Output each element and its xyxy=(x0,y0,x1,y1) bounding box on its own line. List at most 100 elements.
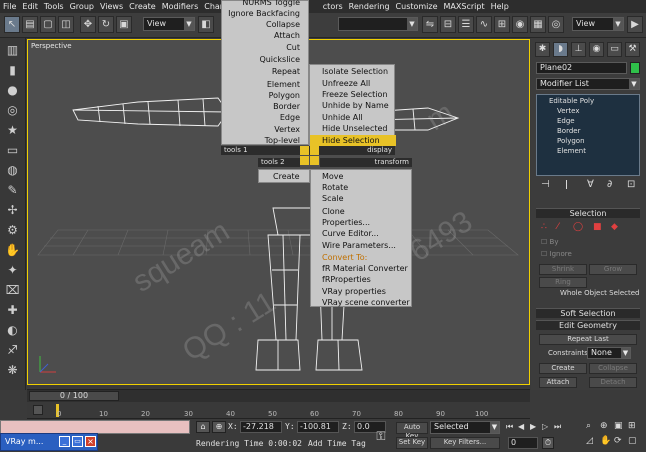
menu-edit[interactable]: Edit xyxy=(19,2,41,11)
zoom-extents-all-icon[interactable]: ⊞ xyxy=(628,421,640,433)
play-icon[interactable]: ▶ xyxy=(530,422,541,433)
detach-button[interactable]: Detach xyxy=(589,377,637,388)
menu-item-freeze-selection[interactable]: Freeze Selection xyxy=(322,89,388,100)
menu-item-ignore-backfacing[interactable]: Ignore Backfacing xyxy=(228,8,300,19)
menu-item-repeat[interactable]: Repeat xyxy=(272,66,300,77)
stack-item-edge[interactable]: Edge xyxy=(557,117,575,126)
stack-item-vertex[interactable]: Vertex xyxy=(557,107,580,116)
repeat-last-button[interactable]: Repeat Last xyxy=(539,334,637,345)
tube-icon[interactable]: ◎ xyxy=(4,102,21,119)
menu-item-unhide-all[interactable]: Unhide All xyxy=(322,112,363,123)
next-frame-icon[interactable]: ▷ xyxy=(542,422,553,433)
sphere-icon[interactable]: ● xyxy=(4,82,21,99)
menu-item-border[interactable]: Border xyxy=(273,101,300,112)
go-to-end-icon[interactable]: ⏭ xyxy=(554,422,565,433)
menu-item-properties[interactable]: Properties... xyxy=(322,217,370,228)
set-key-button[interactable]: Set Key xyxy=(396,437,428,449)
render-view-dropdown[interactable]: View ▼ xyxy=(572,17,624,31)
time-config-icon[interactable]: ⏱ xyxy=(542,437,554,449)
utilities-tab-icon[interactable]: ⚒ xyxy=(625,42,640,57)
stack-item-element[interactable]: Element xyxy=(557,147,586,156)
show-end-result-icon[interactable]: ǀ xyxy=(565,179,568,190)
menu-rendering[interactable]: Rendering xyxy=(346,2,393,11)
time-slider[interactable]: 0 / 100 xyxy=(27,389,530,402)
menu-item-rotate[interactable]: Rotate xyxy=(322,182,348,193)
lock-selection-icon[interactable]: ⌂ xyxy=(196,421,210,433)
auto-key-button[interactable]: Auto Key xyxy=(396,422,428,440)
curve-editor-button[interactable]: ∿ xyxy=(476,16,492,33)
layer-button[interactable]: ☰ xyxy=(458,16,474,33)
menu-group[interactable]: Group xyxy=(67,2,97,11)
y-coord-field[interactable]: -100.81 xyxy=(297,421,339,433)
window-crossing-button[interactable]: ◫ xyxy=(58,16,74,33)
key-icon[interactable]: ⚿ xyxy=(371,429,391,443)
zoom-icon[interactable]: ⌕ xyxy=(586,421,598,433)
select-tool-button[interactable]: ↖ xyxy=(4,16,20,33)
menu-file[interactable]: File xyxy=(0,2,19,11)
edit-geometry-rollout-header[interactable]: Edit Geometry xyxy=(536,320,640,330)
plane-icon[interactable]: ▭ xyxy=(4,142,21,159)
menu-tools[interactable]: Tools xyxy=(41,2,67,11)
stack-item-polygon[interactable]: Polygon xyxy=(557,137,585,146)
zoom-extents-icon[interactable]: ▣ xyxy=(614,421,626,433)
add-time-tag[interactable]: Add Time Tag xyxy=(308,439,366,448)
border-mode-icon[interactable]: ◯ xyxy=(573,222,583,232)
menu-item-curve-editor[interactable]: Curve Editor... xyxy=(322,228,379,239)
soft-selection-rollout-header[interactable]: Soft Selection xyxy=(536,308,640,318)
key-filters-button[interactable]: Key Filters... xyxy=(430,437,500,449)
selected-dropdown[interactable]: Selected ▼ xyxy=(430,421,500,434)
menu-item-hide-unselected[interactable]: Hide Unselected xyxy=(322,123,387,134)
cylinder-icon[interactable]: ▮ xyxy=(4,62,21,79)
render-button[interactable]: ◎ xyxy=(548,16,564,33)
menu-create[interactable]: Create xyxy=(126,2,159,11)
vertex-mode-icon[interactable]: ∴ xyxy=(541,222,547,232)
object-name-field[interactable]: Plane02 xyxy=(536,62,627,74)
hierarchy-tab-icon[interactable]: ⊥ xyxy=(571,42,586,57)
object-color-swatch[interactable] xyxy=(630,62,640,74)
modifier-stack[interactable]: Editable Poly Vertex Edge Border Polygon… xyxy=(536,94,640,176)
menu-item-unhide-by-name[interactable]: Unhide by Name xyxy=(322,100,389,111)
gear-icon[interactable]: ⚙ xyxy=(4,222,21,239)
menu-item-quickslice[interactable]: Quickslice xyxy=(259,54,300,65)
light-icon[interactable]: ✦ xyxy=(4,262,21,279)
menu-item-wire-parameters[interactable]: Wire Parameters... xyxy=(322,240,396,251)
pencil-icon[interactable]: ✎ xyxy=(4,182,21,199)
x-coord-field[interactable]: -27.218 xyxy=(240,421,282,433)
menu-views[interactable]: Views xyxy=(97,2,126,11)
select-region-button[interactable]: ▢ xyxy=(40,16,56,33)
menu-item-cut[interactable]: Cut xyxy=(286,42,300,53)
make-unique-icon[interactable]: ∀ xyxy=(587,179,594,190)
quick-render-button[interactable]: ▶ xyxy=(627,16,643,33)
menu-item-move[interactable]: Move xyxy=(322,171,343,182)
go-to-start-icon[interactable]: ⏮ xyxy=(506,422,517,433)
remove-modifier-icon[interactable]: ∂ xyxy=(607,179,612,190)
menu-item-frproperties[interactable]: fRProperties xyxy=(322,274,371,285)
menu-item-create[interactable]: Create xyxy=(273,171,300,182)
collapse-button[interactable]: Collapse xyxy=(589,363,637,374)
edge-mode-icon[interactable]: ⁄ xyxy=(557,222,559,232)
scale-tool-button[interactable]: ▣ xyxy=(116,16,132,33)
create-tab-icon[interactable]: ✱ xyxy=(535,42,550,57)
fov-icon[interactable]: ◿ xyxy=(586,436,598,448)
prev-frame-icon[interactable]: ◀ xyxy=(518,422,529,433)
current-frame-field[interactable]: 0 xyxy=(508,437,538,449)
menu-item-collapse[interactable]: Collapse xyxy=(266,19,300,30)
menu-animation[interactable]: ctors xyxy=(320,2,346,11)
menu-item-vray-properties[interactable]: VRay properties xyxy=(322,286,386,297)
hand-icon[interactable]: ✋ xyxy=(4,242,21,259)
orbit-icon[interactable]: ⟳ xyxy=(614,436,626,448)
menu-item-vertex[interactable]: Vertex xyxy=(274,124,300,135)
named-selection-dropdown[interactable]: ▼ xyxy=(338,17,418,31)
pan-icon[interactable]: ✋ xyxy=(600,436,612,448)
shape-icon[interactable]: ◐ xyxy=(4,322,21,339)
menu-item-element[interactable]: Element xyxy=(267,79,300,90)
schematic-button[interactable]: ⊞ xyxy=(494,16,510,33)
menu-item-top-level[interactable]: Top-level xyxy=(265,135,300,146)
rotate-tool-button[interactable]: ↻ xyxy=(98,16,114,33)
stack-item-editable-poly[interactable]: Editable Poly xyxy=(549,97,594,106)
modify-tab-icon[interactable]: ◗ xyxy=(553,42,568,57)
menu-item-scale[interactable]: Scale xyxy=(322,193,344,204)
menu-item-edge[interactable]: Edge xyxy=(280,112,300,123)
menu-item-unfreeze-all[interactable]: Unfreeze All xyxy=(322,78,370,89)
maximize-viewport-icon[interactable]: ▢ xyxy=(628,436,640,448)
